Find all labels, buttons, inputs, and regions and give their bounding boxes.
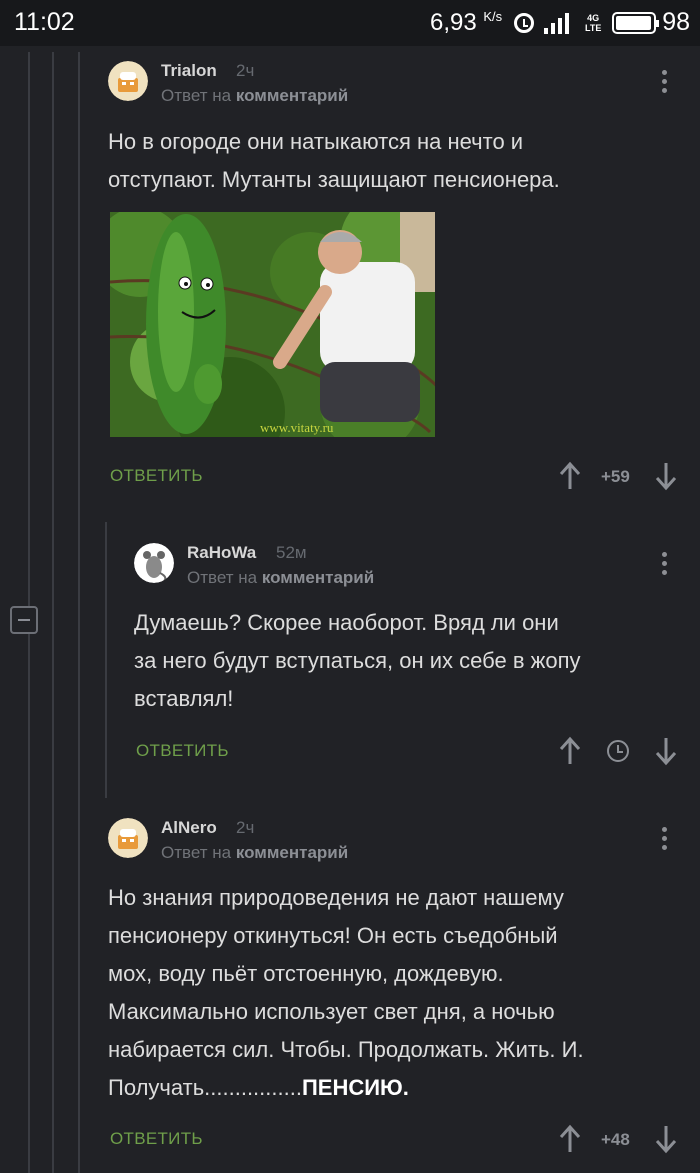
reply-target-link[interactable]: комментарий [236,86,348,105]
avatar[interactable] [108,61,148,101]
signal-icon [544,12,574,34]
comment-score: +48 [601,1130,630,1149]
svg-text:www.vitaty.ru: www.vitaty.ru [260,420,334,435]
comment-time: 2ч [236,61,255,80]
avatar-image [108,61,148,101]
avatar-image [134,543,174,583]
reply-to: Ответ на комментарий [161,86,349,105]
comment-text: Но знания природоведения не дают нашему … [108,885,584,1100]
clock-icon [607,740,629,762]
network-speed: 6,93 K/s [430,8,503,36]
comment-text: Думаешь? Скорее наоборот. Вряд ли они за… [134,610,581,711]
cucumber-photo: www.vitaty.ru [110,212,435,437]
downvote-arrow-icon[interactable] [655,461,677,491]
comment-text: Но в огороде они натыкаются на нечто и о… [108,129,560,192]
thread-line [52,52,54,1173]
collapse-thread-button[interactable] [10,606,38,634]
reply-to: Ответ на комментарий [187,568,375,587]
comment-author[interactable]: AlNero [161,818,217,838]
status-time: 11:02 [14,8,75,36]
downvote-arrow-icon[interactable] [655,736,677,766]
comment-score: +59 [601,467,630,486]
battery-level: 98 [662,8,690,36]
lte-icon: 4G LTE [585,12,602,33]
comment-author[interactable]: Trialon [161,61,217,81]
upvote-arrow-icon[interactable] [559,736,581,766]
more-options-icon[interactable] [662,552,668,579]
comment-author[interactable]: RaHoWa [187,543,256,563]
reply-button[interactable]: ОТВЕТИТЬ [136,741,229,761]
status-bar: 11:02 6,93 K/s 4G LTE 98 [0,0,700,46]
status-indicators: 6,93 K/s 4G LTE 98 [430,8,690,37]
more-options-icon[interactable] [662,70,668,97]
more-options-icon[interactable] [662,827,668,854]
comment-image[interactable]: www.vitaty.ru [110,212,435,437]
reply-target-link[interactable]: комментарий [236,843,348,862]
thread-line [78,52,80,1173]
upvote-arrow-icon[interactable] [559,461,581,491]
reply-button[interactable]: ОТВЕТИТЬ [110,466,203,486]
thread-line [28,52,30,606]
upvote-arrow-icon[interactable] [559,1124,581,1154]
avatar-image [108,818,148,858]
comment-time: 2ч [236,818,255,837]
battery-icon [612,11,660,34]
reply-target-link[interactable]: комментарий [262,568,374,587]
thread-line [28,634,30,1173]
reply-to: Ответ на комментарий [161,843,349,862]
thread-line [105,522,107,798]
alarm-icon [514,12,535,33]
comment-time: 52м [276,543,307,562]
avatar[interactable] [134,543,174,583]
reply-button[interactable]: ОТВЕТИТЬ [110,1129,203,1149]
bold-text: ПЕНСИЮ. [301,1075,409,1100]
downvote-arrow-icon[interactable] [655,1124,677,1154]
avatar[interactable] [108,818,148,858]
